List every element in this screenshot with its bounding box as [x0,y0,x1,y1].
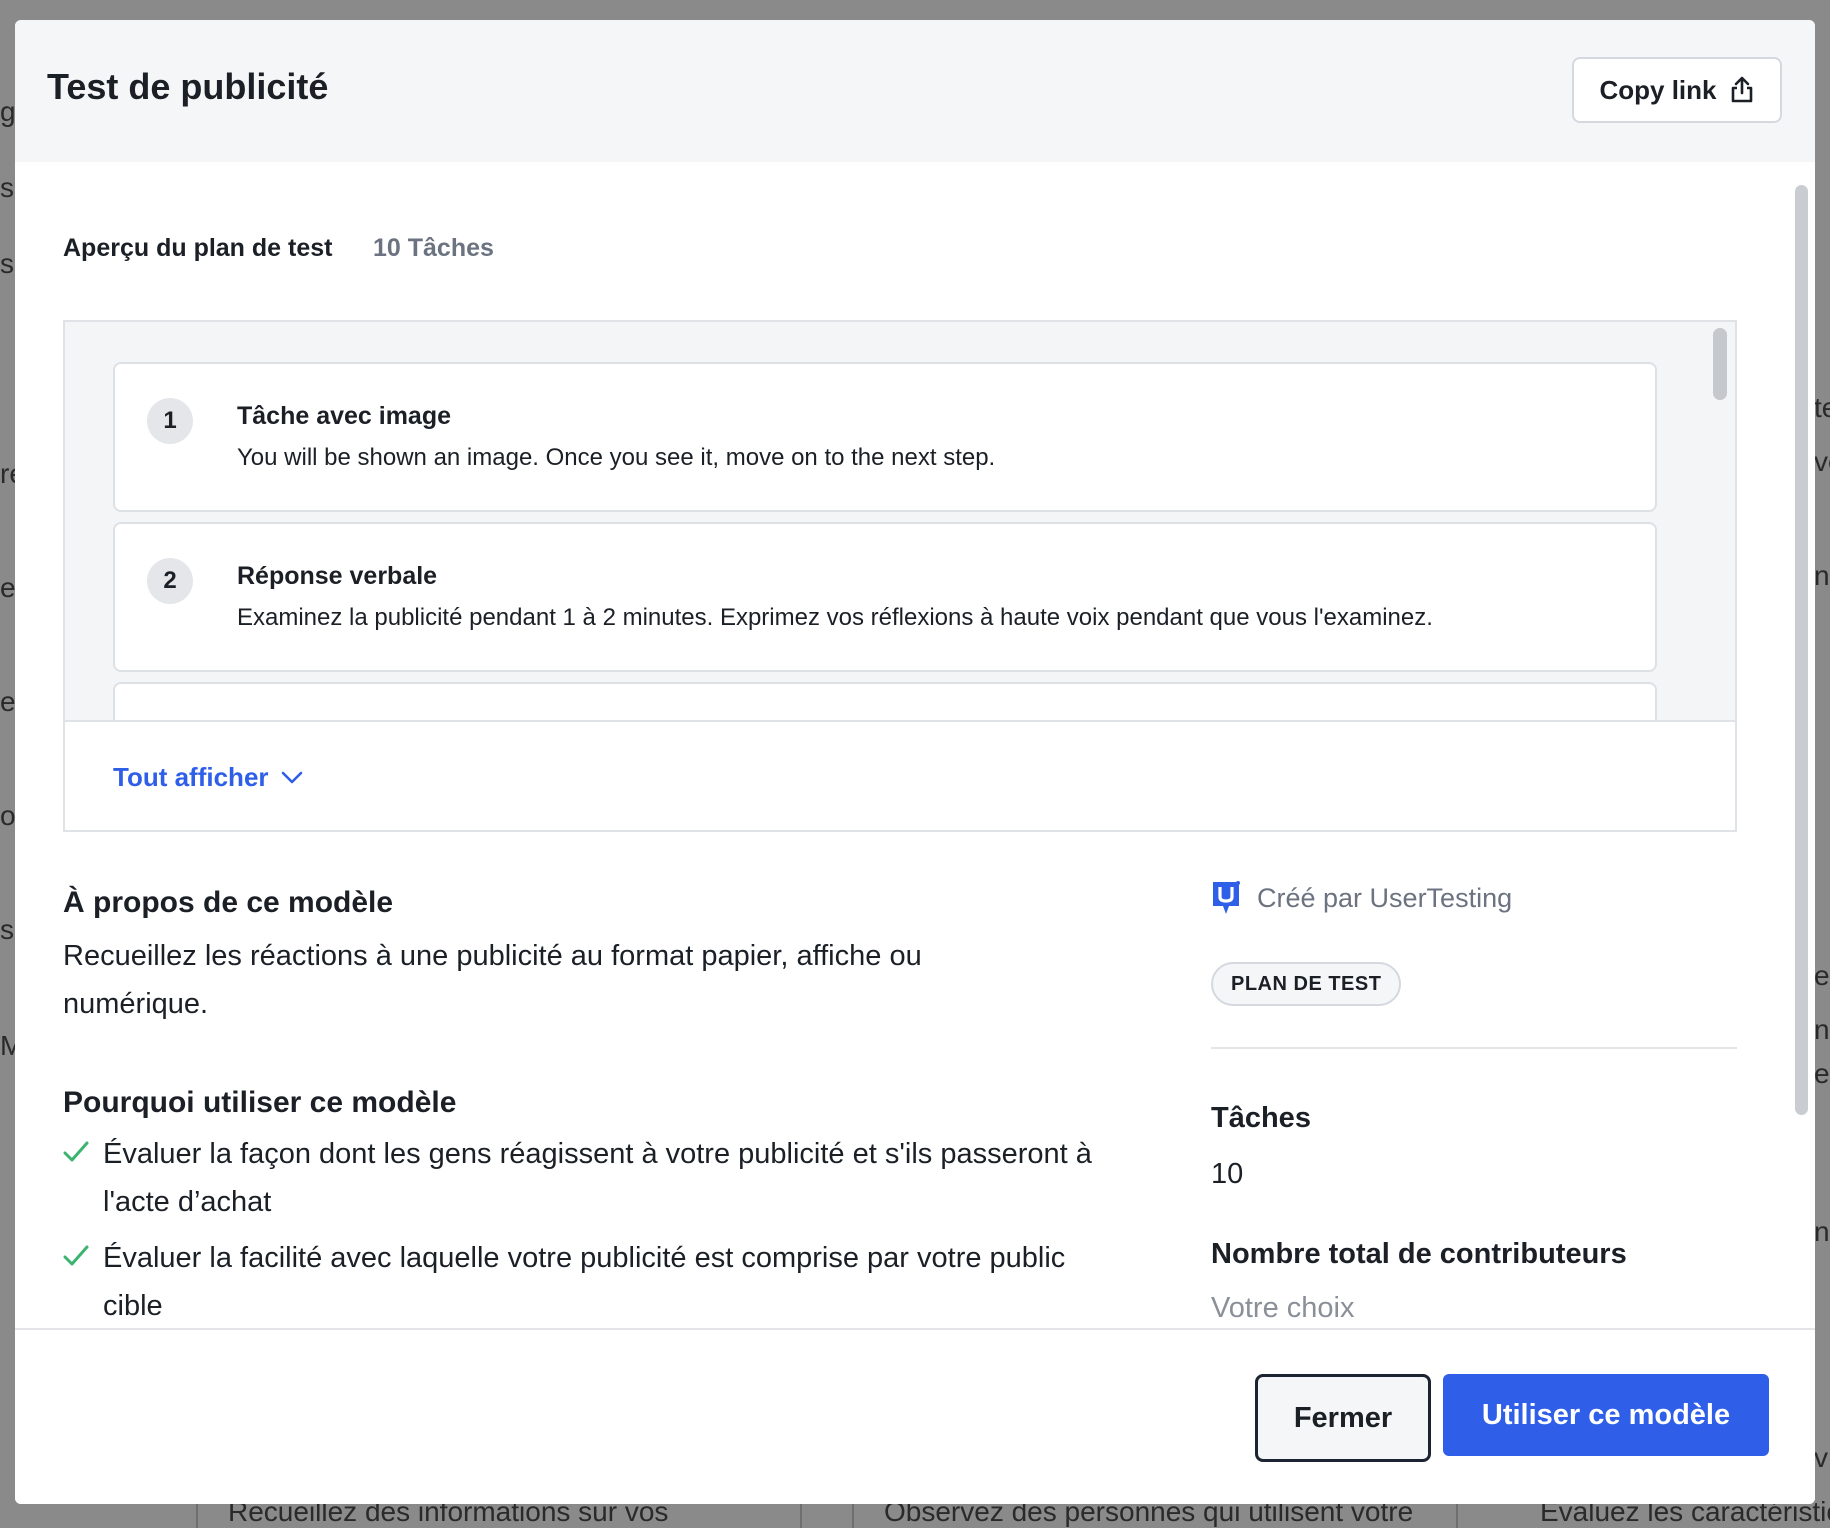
preview-heading: Aperçu du plan de test [63,234,333,262]
why-list: Évaluer la façon dont les gens réagissen… [63,1130,1103,1328]
contributors-label: Nombre total de contributeurs [1211,1238,1627,1270]
task-list[interactable]: 1 Tâche avec image You will be shown an … [65,322,1735,722]
task-description: Examinez la publicité pendant 1 à 2 minu… [237,604,1433,631]
bg-fragment: n [1814,560,1830,591]
bg-fragment: ep [1814,960,1830,991]
modal-title: Test de publicité [47,66,329,107]
close-button[interactable]: Fermer [1255,1374,1431,1462]
why-title: Pourquoi utiliser ce modèle [63,1086,457,1119]
about-description: Recueillez les réactions à une publicité… [63,940,922,1020]
task-list-scrollbar[interactable] [1711,328,1727,718]
tasks-value: 10 [1211,1158,1244,1190]
why-item-text: Évaluer la façon dont les gens réagissen… [103,1138,1092,1218]
modal-footer: Fermer Utiliser ce modèle [15,1328,1815,1504]
bg-fragment: te [1814,392,1830,423]
why-item: Évaluer la facilité avec laquelle votre … [63,1234,1103,1328]
about-title: À propos de ce modèle [63,886,394,919]
template-type-badge: PLAN DE TEST [1211,962,1402,1006]
task-preview-box: 1 Tâche avec image You will be shown an … [63,320,1737,832]
modal-scroll-thumb[interactable] [1795,185,1808,1115]
contributors-value: Votre choix [1211,1292,1355,1324]
creator-info: Créé par UserTesting [1211,880,1512,916]
sidebar-divider [1211,1047,1737,1049]
task-number: 1 [147,398,193,444]
copy-link-label: Copy link [1599,74,1717,105]
bg-divider [800,1504,802,1528]
bg-divider [852,1504,854,1528]
bg-divider [1456,1504,1458,1528]
task-title: Réponse verbale [237,562,438,590]
task-title: Tâche avec image [237,402,452,430]
bg-fragment: n [1814,1216,1830,1247]
bg-divider [196,1504,198,1528]
bg-fragment: v [1814,1442,1828,1473]
task-card-partial [113,682,1657,720]
bg-fragment: n [1814,1014,1830,1045]
creator-label: Créé par UserTesting [1257,882,1513,913]
check-icon [63,1141,89,1162]
bg-fragment: s [0,172,14,203]
check-icon [63,1245,89,1266]
why-item: Évaluer la façon dont les gens réagissen… [63,1130,1103,1226]
show-all-label: Tout afficher [113,762,269,792]
share-icon [1731,76,1752,103]
bg-fragment: ve [1814,446,1830,477]
modal-content[interactable]: Aperçu du plan de test 10 Tâches 1 Tâche… [15,162,1815,1328]
usertesting-logo-icon [1213,881,1240,914]
task-card: 2 Réponse verbale Examinez la publicité … [113,522,1657,672]
task-number: 2 [147,558,193,604]
task-card: 1 Tâche avec image You will be shown an … [113,362,1657,512]
why-item-text: Évaluer la facilité avec laquelle votre … [103,1242,1066,1322]
modal-header: Test de publicité Copy link [15,20,1815,162]
template-modal: Test de publicité Copy link Aperçu du pl… [15,20,1815,1504]
bg-fragment: g [0,96,16,127]
show-all-link[interactable]: Tout afficher [113,762,303,793]
task-count: 10 Tâches [373,234,494,262]
bg-fragment: s [0,248,14,279]
tasks-label: Tâches [1211,1102,1311,1134]
chevron-down-icon [281,771,302,783]
copy-link-button[interactable]: Copy link [1572,57,1782,123]
bg-fragment: e [1814,1058,1830,1089]
task-description: You will be shown an image. Once you see… [237,444,996,471]
task-list-scroll-thumb[interactable] [1713,328,1727,400]
use-template-button[interactable]: Utiliser ce modèle [1443,1374,1769,1456]
bg-fragment: e [0,686,16,717]
modal-scrollbar[interactable] [1792,165,1810,1325]
